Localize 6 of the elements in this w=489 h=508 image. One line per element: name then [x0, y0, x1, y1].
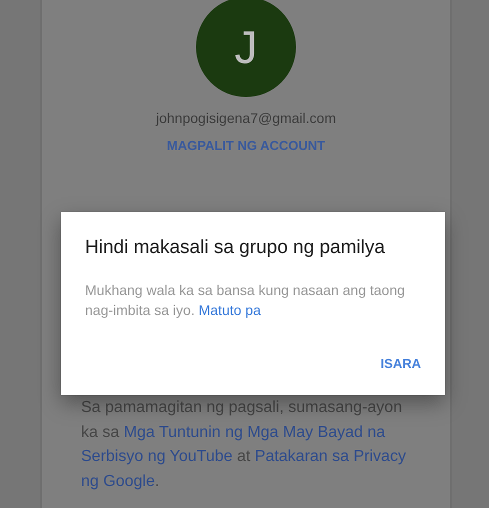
avatar: J [196, 0, 296, 97]
dialog-title: Hindi makasali sa grupo ng pamilya [85, 236, 386, 260]
close-button[interactable]: ISARA [368, 350, 434, 377]
learn-more-link[interactable]: Matuto pa [198, 302, 261, 318]
email-address: johnpogisigena7@gmail.com [156, 109, 336, 127]
dialog-message: Mukhang wala ka sa bansa kung nasaan ang taong nag-imbita sa iyo. Matuto pa [85, 281, 406, 320]
